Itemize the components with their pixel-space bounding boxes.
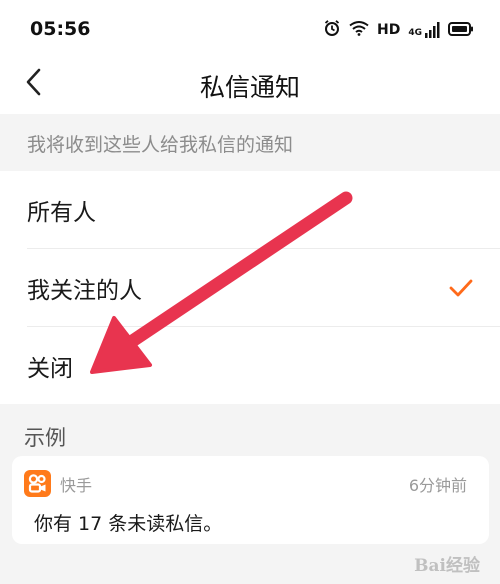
- wifi-icon: [349, 20, 369, 40]
- message-time: 6分钟前: [408, 476, 467, 495]
- status-bar: 05:56 HD 4G: [0, 0, 500, 58]
- status-icons: HD 4G: [323, 18, 474, 42]
- option-label: 所有人: [27, 200, 96, 226]
- notification-options: 所有人 我关注的人 关闭: [0, 171, 500, 404]
- watermark: Bai经验: [414, 556, 480, 576]
- option-off[interactable]: 关闭: [0, 327, 500, 405]
- checkmark-icon: [448, 275, 474, 301]
- battery-icon: [448, 21, 474, 40]
- section-header: 我将收到这些人给我私信的通知: [27, 134, 294, 156]
- option-label: 关闭: [27, 356, 73, 382]
- network-label: 4G: [408, 28, 422, 38]
- option-label: 我关注的人: [27, 278, 142, 304]
- app-name: 快手: [60, 476, 93, 495]
- signal-icon: 4G: [408, 22, 440, 38]
- option-everyone[interactable]: 所有人: [0, 171, 500, 249]
- example-notification-card: 快手 6分钟前 你有 17 条未读私信。: [12, 456, 489, 544]
- message-text: 你有 17 条未读私信。: [34, 513, 223, 535]
- page-title: 私信通知: [199, 73, 300, 102]
- alarm-icon: [323, 19, 341, 41]
- status-time: 05:56: [30, 18, 91, 40]
- option-following[interactable]: 我关注的人: [0, 249, 500, 327]
- kuaishou-app-icon: [24, 470, 51, 497]
- example-label: 示例: [24, 426, 66, 450]
- nav-bar: 私信通知: [0, 58, 500, 114]
- hd-label: HD: [377, 22, 401, 38]
